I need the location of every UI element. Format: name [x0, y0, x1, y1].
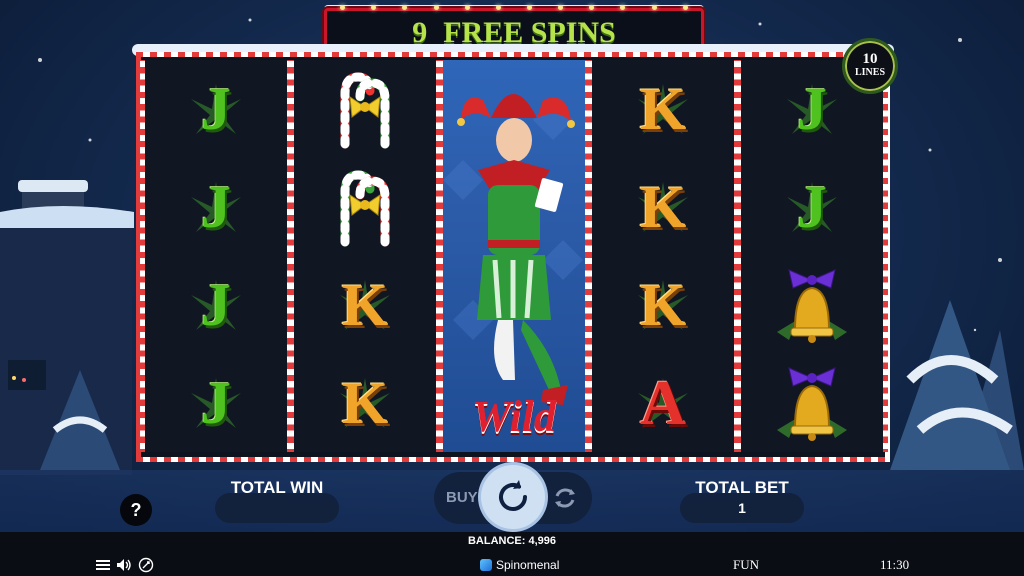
bell-icon [777, 269, 847, 343]
symbol-k: K [592, 158, 734, 256]
total-bet-value[interactable]: 1 [680, 493, 804, 523]
reels-area: J J J J K K Wild K K K A J J [132, 44, 894, 462]
lines-badge: 10 LINES [842, 38, 898, 94]
balance-display: BALANCE: 4,996 [467, 535, 557, 547]
symbol-j: J [145, 158, 287, 256]
symbol-bell [741, 354, 883, 452]
lines-label: LINES [854, 67, 885, 78]
spin-button[interactable] [481, 465, 545, 529]
frame-snow [132, 44, 894, 56]
total-win-value [215, 493, 339, 523]
autoplay-button[interactable] [551, 484, 579, 512]
buy-button[interactable]: BUY [446, 489, 478, 506]
reel-3: Wild [438, 60, 590, 452]
help-button[interactable]: ? [120, 494, 152, 526]
symbol-wild-jester: Wild [443, 60, 585, 452]
lines-count: 10 [862, 51, 878, 67]
symbol-candy-cane [294, 158, 436, 256]
spin-arrows-icon [499, 480, 527, 511]
brand-logo: Spinomenal [480, 558, 559, 572]
footer-icons [96, 557, 154, 573]
symbol-k: K [592, 256, 734, 354]
symbol-j: J [741, 158, 883, 256]
wild-label: Wild [472, 392, 556, 441]
turbo-icon[interactable] [138, 557, 154, 573]
autoplay-icon [555, 488, 575, 508]
play-mode: FUN [733, 557, 760, 572]
brand-name: Spinomenal [496, 558, 560, 572]
reel-1: J J J J [140, 60, 292, 452]
candy-cane-icon [340, 72, 390, 149]
menu-icon[interactable] [96, 559, 110, 571]
symbol-j: J [145, 256, 287, 354]
symbol-k: K [592, 60, 734, 158]
reel-5: J J [736, 60, 888, 452]
symbol-candy-cane [294, 60, 436, 158]
candy-cane-icon [340, 170, 390, 247]
string-lights [327, 5, 701, 13]
symbol-j: J [145, 354, 287, 452]
clock: 11:30 [880, 557, 910, 572]
symbol-bell [741, 256, 883, 354]
symbol-k: K [294, 354, 436, 452]
brand-mark-icon [480, 559, 492, 571]
bell-icon [777, 367, 847, 441]
sound-icon[interactable] [116, 558, 132, 572]
symbol-k: K [294, 256, 436, 354]
reel-4: K K K A [587, 60, 739, 452]
symbol-j: J [145, 60, 287, 158]
reel-2: K K [289, 60, 441, 452]
symbol-a: A [592, 354, 734, 452]
